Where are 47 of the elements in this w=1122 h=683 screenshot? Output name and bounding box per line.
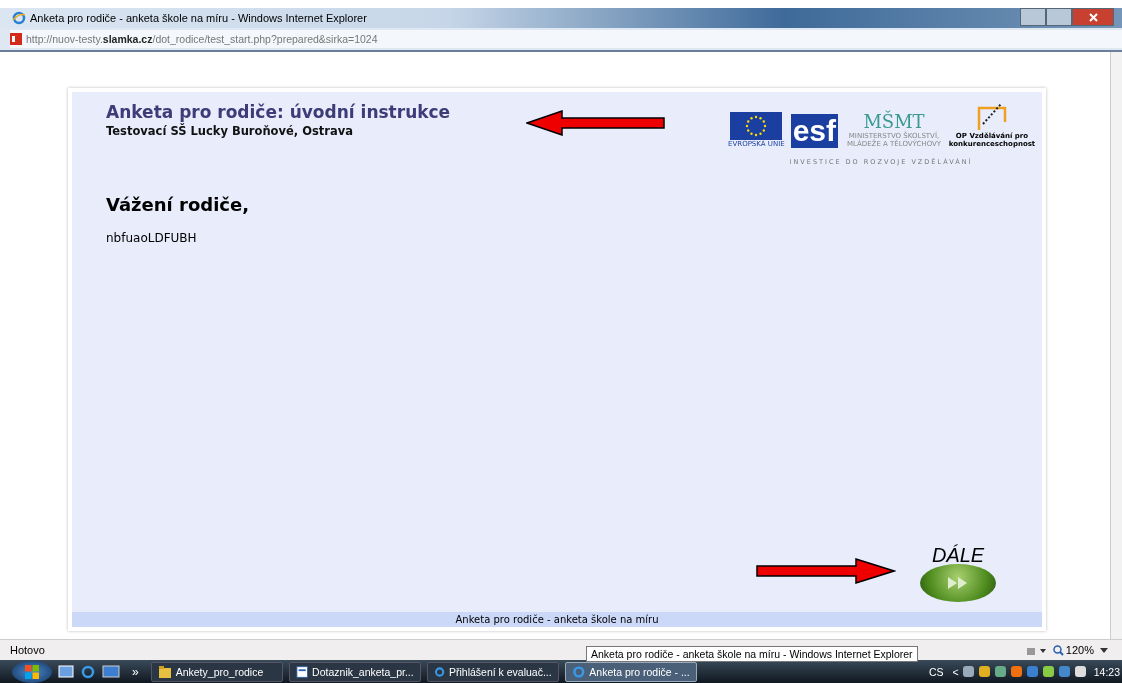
tray-icon[interactable] [1009,665,1023,678]
esf-logo: esf [790,114,838,148]
url-text[interactable]: http://nuov-testy.slamka.cz/dot_rodice/test_start.php?prepared&sirka=1024 [26,33,378,45]
language-indicator[interactable]: CS [929,665,944,678]
tooltip: Anketa pro rodiče - anketa škole na míru - Windows Internet Explorer [586,646,918,662]
tray-expand-button[interactable]: < [952,665,959,678]
browser-icon [433,664,445,679]
msmt-logo: MŠMT [863,111,925,132]
taskbar-button[interactable]: Dotaznik_anketa_pr... [288,661,421,682]
windows-logo-icon [24,663,40,680]
op-logo-icon [975,102,1009,132]
tray-icon[interactable] [1041,665,1055,678]
close-button[interactable] [1072,8,1114,26]
tray-icon[interactable] [1073,665,1087,678]
address-field[interactable]: http://nuov-testy.slamka.cz/dot_rodice/test_start.php?prepared&sirka=1024 [10,30,1122,48]
maximize-button[interactable] [1046,8,1072,26]
status-text: Hotovo [10,644,45,656]
greeting-heading: Vážení rodiče, [106,194,251,215]
school-name: Testovací SŠ Lucky Buroňové, Ostrava [106,124,354,138]
tray-icon[interactable] [993,665,1007,678]
browser-icon [571,664,586,679]
clock[interactable]: 14:23 [1093,665,1120,678]
overflow-button[interactable]: » [132,664,139,679]
minimize-button[interactable] [1020,8,1046,26]
page-footer: Anketa pro rodiče - anketa škole na míru [72,612,1042,627]
browser-icon[interactable] [80,663,96,680]
zoom-control[interactable]: 120% [1052,644,1094,656]
document-icon [295,664,309,679]
desktop-icon[interactable] [58,664,74,679]
monitor-icon[interactable] [102,664,120,679]
tray-icon[interactable] [961,665,975,678]
browser-logo-icon [12,11,26,25]
body-text: nbfuaoLDFUBH [106,231,198,245]
scrollbar[interactable] [1110,52,1122,639]
taskbar-button[interactable]: Ankety_pro_rodice [150,661,283,682]
page-icon [10,33,22,45]
tray-icon[interactable] [977,665,991,678]
caret-icon[interactable] [1100,647,1108,653]
taskbar-button[interactable]: Přihlášení k evaluač... [426,661,559,682]
eu-flag-icon [730,112,783,140]
folder-icon [157,664,172,679]
page-heading: Anketa pro rodiče: úvodní instrukce [106,102,452,122]
magnifier-icon [1052,644,1064,656]
close-icon [1088,12,1098,22]
taskbar-button[interactable]: Anketa pro rodiče - ... [564,661,697,682]
window-title: Anketa pro rodiče - anketa škole na míru - Windows Internet Explorer [30,12,368,24]
start-button[interactable] [12,660,52,683]
